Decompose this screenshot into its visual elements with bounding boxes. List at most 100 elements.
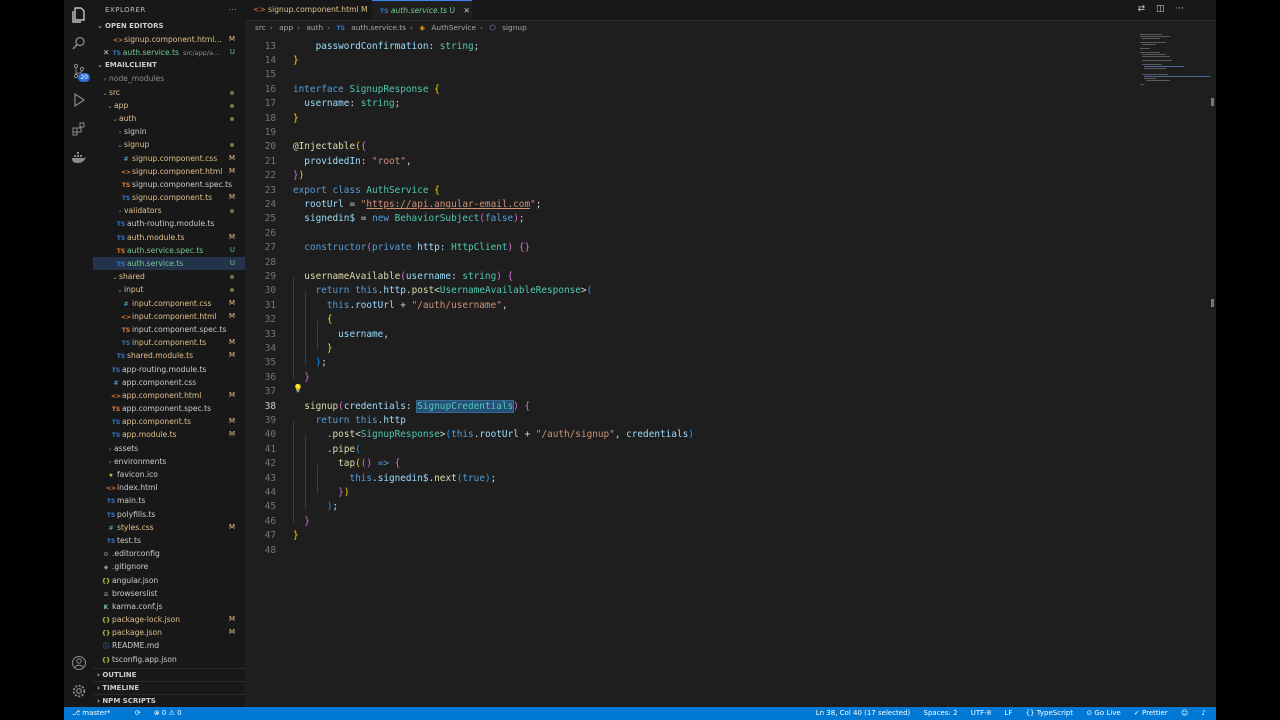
code-line[interactable]: 27 constructor(private http: HttpClient)… bbox=[245, 241, 1125, 255]
code-line[interactable]: 15 bbox=[245, 68, 1125, 82]
open-editor-item[interactable]: <>signup.component.html... M bbox=[93, 33, 245, 46]
tree-folder[interactable]: ⌄input bbox=[93, 283, 245, 296]
tree-file[interactable]: # styles.css M bbox=[93, 521, 245, 534]
tree-file[interactable]: ⓘ README.md bbox=[93, 639, 245, 652]
code-line[interactable]: 22}) bbox=[245, 169, 1125, 183]
code-line[interactable]: 34 } bbox=[245, 342, 1125, 356]
tree-folder[interactable]: ⌄src bbox=[93, 86, 245, 99]
line-endings[interactable]: LF bbox=[1004, 709, 1012, 717]
tree-file[interactable]: TS input.component.spec.ts bbox=[93, 323, 245, 336]
tree-folder[interactable]: ⌄app bbox=[93, 99, 245, 112]
tree-file[interactable]: TS signup.component.ts M bbox=[93, 191, 245, 204]
tree-file[interactable]: TS app-routing.module.ts bbox=[93, 363, 245, 376]
language-mode[interactable]: {} TypeScript bbox=[1026, 709, 1074, 717]
code-line[interactable]: 18} bbox=[245, 112, 1125, 126]
tab-auth-service-ts[interactable]: TS auth.service.ts U ✕ bbox=[372, 0, 472, 20]
tree-file[interactable]: TS shared.module.ts M bbox=[93, 349, 245, 362]
tree-file[interactable]: TS app.component.spec.ts bbox=[93, 402, 245, 415]
tree-folder[interactable]: ⌄signup bbox=[93, 138, 245, 151]
encoding[interactable]: UTF-8 bbox=[971, 709, 991, 717]
code-line[interactable]: 44 }) bbox=[245, 486, 1125, 500]
breadcrumb-app[interactable]: app bbox=[279, 23, 293, 32]
tree-file[interactable]: TS polyfills.ts bbox=[93, 508, 245, 521]
tree-file[interactable]: {} angular.json bbox=[93, 574, 245, 587]
code-line[interactable]: 19 bbox=[245, 126, 1125, 140]
split-editor-icon[interactable]: ◫ bbox=[1156, 4, 1165, 14]
feedback-icon[interactable]: ☺ bbox=[1181, 709, 1188, 717]
breadcrumb-src[interactable]: src bbox=[255, 23, 266, 32]
code-line[interactable]: 24 rootUrl = "https://api.angular-email.… bbox=[245, 198, 1125, 212]
breadcrumb-file[interactable]: auth.service.ts bbox=[351, 23, 406, 32]
tree-folder[interactable]: › environments bbox=[93, 455, 245, 468]
code-line[interactable]: 43 this.signedin$.next(true); bbox=[245, 472, 1125, 486]
tree-file[interactable]: TS auth-routing.module.ts bbox=[93, 217, 245, 230]
project-header[interactable]: ⌄ EMAILCLIENT bbox=[93, 59, 245, 72]
tree-file[interactable]: TS auth.service.spec.ts U bbox=[93, 244, 245, 257]
code-line[interactable]: 40 .post<SignupResponse>(this.rootUrl + … bbox=[245, 428, 1125, 442]
more-actions-icon[interactable]: ··· bbox=[229, 0, 237, 20]
tree-file[interactable]: {} package.json M bbox=[93, 626, 245, 639]
tree-file[interactable]: # input.component.css M bbox=[93, 297, 245, 310]
tree-file[interactable]: TS auth.module.ts M bbox=[93, 231, 245, 244]
code-line[interactable]: 30 return this.http.post<UsernameAvailab… bbox=[245, 284, 1125, 298]
tree-folder[interactable]: › signin bbox=[93, 125, 245, 138]
code-line[interactable]: 35 ); bbox=[245, 356, 1125, 370]
scrollbar-marker[interactable] bbox=[1211, 98, 1214, 106]
code-line[interactable]: 13 passwordConfirmation: string; bbox=[245, 40, 1125, 54]
code-line[interactable]: 26 bbox=[245, 227, 1125, 241]
tree-folder[interactable]: ⌄auth bbox=[93, 112, 245, 125]
code-line[interactable]: 45 ); bbox=[245, 500, 1125, 514]
search-icon[interactable] bbox=[67, 32, 90, 54]
tree-file[interactable]: TS test.ts bbox=[93, 534, 245, 547]
code-line[interactable]: 37 bbox=[245, 385, 1125, 399]
tab-signup-component-html[interactable]: <> signup.component.html M bbox=[245, 0, 372, 20]
code-line[interactable]: 25 signedin$ = new BehaviorSubject(false… bbox=[245, 212, 1125, 226]
code-line[interactable]: 38 signup(credentials: SignupCredentials… bbox=[245, 399, 1125, 414]
account-icon[interactable] bbox=[67, 652, 90, 674]
code-editor[interactable]: 💡 13 passwordConfirmation: string; 14} 15 1… bbox=[245, 34, 1135, 707]
breadcrumb-class[interactable]: AuthService bbox=[431, 23, 476, 32]
docker-icon[interactable] bbox=[67, 147, 90, 169]
tree-folder[interactable]: ⌄shared bbox=[93, 270, 245, 283]
timeline-section[interactable]: › TIMELINE bbox=[93, 681, 245, 694]
code-line[interactable]: 42 tap(() => { bbox=[245, 457, 1125, 471]
outline-section[interactable]: › OUTLINE bbox=[93, 668, 245, 681]
explorer-icon[interactable] bbox=[67, 4, 90, 26]
tree-file[interactable]: {} package-lock.json M bbox=[93, 613, 245, 626]
minimap[interactable] bbox=[1140, 34, 1210, 94]
code-line[interactable]: 33 username, bbox=[245, 328, 1125, 342]
code-line[interactable]: 48 bbox=[245, 544, 1125, 558]
tree-folder[interactable]: › node_modules bbox=[93, 72, 245, 85]
tree-folder[interactable]: › validators bbox=[93, 204, 245, 217]
code-line[interactable]: 46 } bbox=[245, 515, 1125, 529]
code-line[interactable]: 20 @Injectable({ bbox=[245, 140, 1125, 154]
tree-file[interactable]: TS app.module.ts M bbox=[93, 428, 245, 441]
tree-file[interactable]: <>input.component.html M bbox=[93, 310, 245, 323]
open-editor-item[interactable]: ✕ TS auth.service.ts src/app/a... U bbox=[93, 46, 245, 59]
tree-file[interactable]: TS auth.service.ts U bbox=[93, 257, 245, 271]
code-line[interactable]: 16 interface SignupResponse { bbox=[245, 83, 1125, 97]
tree-folder[interactable]: › assets bbox=[93, 442, 245, 455]
tree-file[interactable]: <>app.component.html M bbox=[93, 389, 245, 402]
extensions-icon[interactable] bbox=[67, 118, 90, 140]
tree-file[interactable]: Kkarma.conf.js bbox=[93, 600, 245, 613]
tree-file[interactable]: ◆ .gitignore bbox=[93, 560, 245, 573]
close-icon[interactable]: ✕ bbox=[463, 6, 469, 15]
settings-gear-icon[interactable] bbox=[67, 680, 90, 702]
code-line[interactable]: 21 providedIn: "root", bbox=[245, 155, 1125, 169]
indentation[interactable]: Spaces: 2 bbox=[924, 709, 958, 717]
git-branch[interactable]: ⎇ master* bbox=[72, 709, 121, 717]
cursor-position[interactable]: Ln 38, Col 40 (17 selected) bbox=[816, 709, 911, 717]
source-control-icon[interactable]: 20 bbox=[67, 60, 90, 82]
sync-icon[interactable]: ⟳ bbox=[135, 709, 141, 717]
go-live-button[interactable]: ⊙ Go Live bbox=[1086, 709, 1120, 717]
tree-file[interactable]: ★ favicon.ico bbox=[93, 468, 245, 481]
code-line[interactable]: 39 return this.http bbox=[245, 414, 1125, 428]
close-icon[interactable]: ✕ bbox=[103, 48, 112, 57]
code-line[interactable]: 31 this.rootUrl + "/auth/username", bbox=[245, 299, 1125, 313]
code-line[interactable]: 41 .pipe( bbox=[245, 443, 1125, 457]
tree-file[interactable]: TS input.component.ts M bbox=[93, 336, 245, 349]
more-actions-icon[interactable]: ··· bbox=[1175, 4, 1184, 14]
breadcrumb-method[interactable]: signup bbox=[502, 23, 527, 32]
code-line[interactable]: 28 bbox=[245, 256, 1125, 270]
